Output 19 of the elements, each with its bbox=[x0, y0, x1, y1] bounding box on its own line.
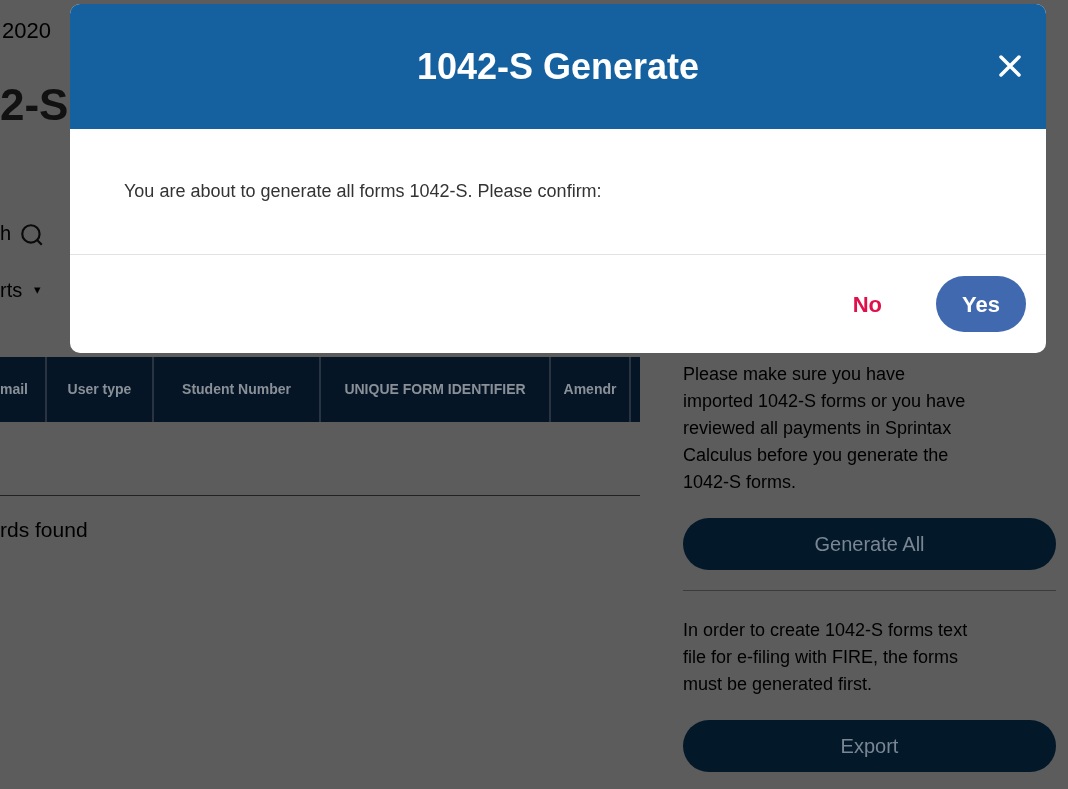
empty-message: rds found bbox=[0, 518, 88, 541]
column-header[interactable]: Amendr bbox=[551, 357, 631, 422]
search-label: h bbox=[0, 221, 12, 246]
yes-button[interactable]: Yes bbox=[936, 276, 1026, 332]
column-header[interactable]: mail bbox=[0, 357, 47, 422]
filter-dropdown[interactable]: rts ▾ bbox=[0, 275, 42, 305]
column-header[interactable]: User type bbox=[47, 357, 154, 422]
generate-all-button[interactable]: Generate All bbox=[683, 518, 1056, 570]
generate-note: Please make sure you have imported 1042-S forms or you have reviewed all payments in Sprintax Calculus before you generate the 1042-S forms. bbox=[683, 363, 967, 494]
export-note: In order to create 1042-S forms text file for e-filing with FIRE, the forms must be generated first. bbox=[683, 619, 969, 696]
no-button[interactable]: No bbox=[848, 287, 886, 321]
close-icon[interactable] bbox=[998, 54, 1022, 78]
column-header[interactable]: Student Number bbox=[154, 357, 321, 422]
column-header[interactable]: UNIQUE FORM IDENTIFIER bbox=[321, 357, 551, 422]
dialog-message: You are about to generate all forms 1042-S. Please confirm: bbox=[124, 180, 602, 203]
export-button[interactable]: Export bbox=[683, 720, 1056, 772]
dialog-title: 1042-S Generate bbox=[416, 44, 700, 89]
year-label: 2020 bbox=[2, 16, 51, 45]
page-heading: 2-S bbox=[0, 79, 69, 131]
